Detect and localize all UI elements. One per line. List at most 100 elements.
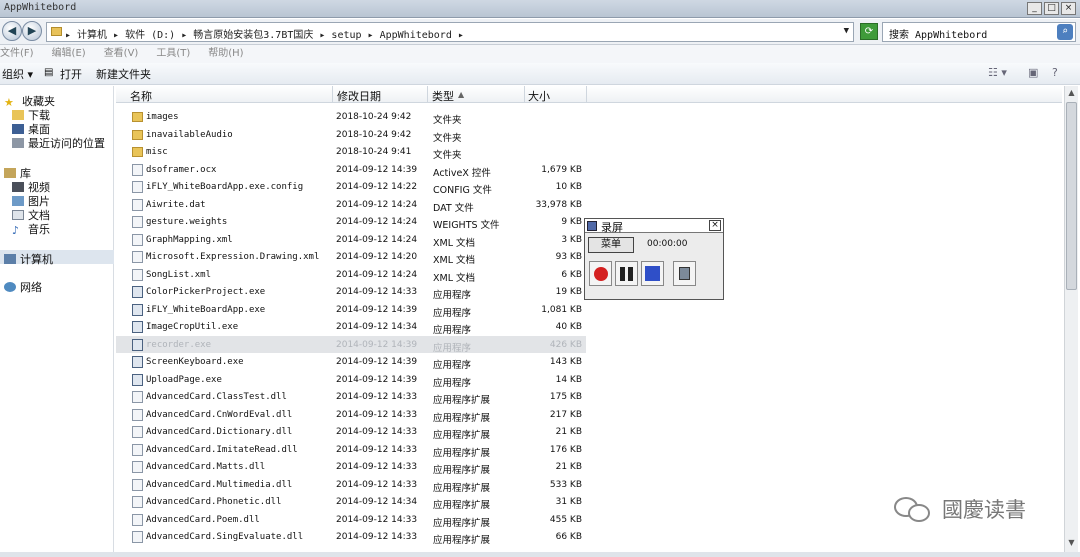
- file-date: 2014-09-12 14:33: [336, 409, 418, 420]
- pause-button[interactable]: [615, 261, 638, 286]
- file-type: 应用程序扩展: [433, 465, 491, 476]
- file-date: 2014-09-12 14:24: [336, 269, 418, 280]
- computer-icon: [4, 254, 16, 264]
- file-type: 应用程序扩展: [433, 500, 491, 511]
- new-folder-button[interactable]: 新建文件夹: [96, 66, 151, 82]
- recorder-menu-button[interactable]: 菜单: [588, 237, 634, 253]
- menu-view[interactable]: 查看(V): [104, 45, 139, 63]
- file-row[interactable]: AdvancedCard.ClassTest.dll 2014-09-12 14:…: [116, 388, 586, 406]
- organize-button[interactable]: 组织 ▾: [2, 66, 33, 82]
- file-row[interactable]: images 2018-10-24 9:42 文件夹: [116, 108, 586, 126]
- file-name: misc: [146, 147, 168, 157]
- nav-music[interactable]: ♪ 音乐: [12, 221, 50, 237]
- file-type: 文件夹: [433, 150, 462, 161]
- file-row[interactable]: AdvancedCard.Poem.dll 2014-09-12 14:33 应用程…: [116, 511, 586, 529]
- scroll-thumb[interactable]: [1066, 102, 1077, 290]
- close-button[interactable]: ×: [1061, 2, 1076, 15]
- watermark: 國慶读書: [894, 494, 1026, 524]
- file-date: 2014-09-12 14:39: [336, 304, 418, 315]
- view-options-icon[interactable]: ☷ ▾: [988, 66, 1007, 79]
- minimize-button[interactable]: _: [1027, 2, 1042, 15]
- menu-tools[interactable]: 工具(T): [156, 45, 190, 63]
- open-button[interactable]: 打开: [60, 66, 82, 82]
- file-row[interactable]: AdvancedCard.Multimedia.dll 2014-09-12 14…: [116, 476, 586, 494]
- address-bar[interactable]: ▸ 计算机 ▸ 软件 (D:) ▸ 畅言原始安装包3.7BT国庆 ▸ setup…: [46, 22, 854, 42]
- search-input[interactable]: 搜索 AppWhitebord ⌕: [882, 22, 1076, 42]
- record-button[interactable]: [589, 261, 612, 286]
- forward-arrow-icon[interactable]: ▶: [22, 21, 42, 41]
- file-row[interactable]: AdvancedCard.ImitateRead.dll 2014-09-12 1…: [116, 441, 586, 459]
- menu-file[interactable]: 文件(F): [0, 45, 34, 63]
- file-row[interactable]: iFLY_WhiteBoardApp.exe 2014-09-12 14:39 应用…: [116, 301, 586, 319]
- column-size[interactable]: 大小: [528, 88, 550, 104]
- file-icon: [132, 233, 143, 246]
- file-name: AdvancedCard.ImitateRead.dll: [146, 444, 298, 455]
- file-row[interactable]: AdvancedCard.Matts.dll 2014-09-12 14:33 应用…: [116, 458, 586, 476]
- file-icon: [132, 408, 143, 421]
- file-name: AdvancedCard.CnWordEval.dll: [146, 409, 293, 420]
- file-row[interactable]: dsoframer.ocx 2014-09-12 14:39 ActiveX 控件 1…: [116, 161, 586, 179]
- file-name: iFLY_WhiteBoardApp.exe: [146, 304, 266, 315]
- file-name: UploadPage.exe: [146, 374, 222, 385]
- help-icon[interactable]: ?: [1052, 66, 1058, 79]
- recorder-close-button[interactable]: ×: [709, 220, 721, 231]
- file-date: 2014-09-12 14:33: [336, 444, 418, 455]
- menu-edit[interactable]: 编辑(E): [52, 45, 86, 63]
- application-icon: [132, 356, 143, 368]
- file-name: AdvancedCard.Dictionary.dll: [146, 427, 293, 437]
- file-type: 应用程序: [433, 342, 472, 354]
- column-name[interactable]: 名称: [130, 88, 152, 104]
- file-row[interactable]: Microsoft.Expression.Drawing.xml 2014-09-…: [116, 248, 586, 266]
- file-row[interactable]: misc 2018-10-24 9:41 文件夹: [116, 143, 586, 161]
- vertical-scrollbar[interactable]: ▲ ▼: [1064, 86, 1078, 552]
- video-icon: [12, 182, 24, 192]
- file-row[interactable]: UploadPage.exe 2014-09-12 14:39 应用程序 14 KB: [116, 371, 586, 389]
- file-row[interactable]: SongList.xml 2014-09-12 14:24 XML 文档 6 KB: [116, 266, 586, 284]
- file-row[interactable]: AdvancedCard.Dictionary.dll 2014-09-12 14…: [116, 423, 586, 441]
- file-row[interactable]: AdvancedCard.CnWordEval.dll 2014-09-12 14…: [116, 406, 586, 424]
- file-row[interactable]: ImageCropUtil.exe 2014-09-12 14:34 应用程序 40 …: [116, 318, 586, 336]
- file-row[interactable]: GraphMapping.xml 2014-09-12 14:24 XML 文档 3 …: [116, 231, 586, 249]
- nav-recent[interactable]: 最近访问的位置: [12, 135, 105, 151]
- file-size: 426 KB: [549, 339, 582, 350]
- column-date[interactable]: 修改日期: [337, 88, 381, 104]
- file-row[interactable]: iFLY_WhiteBoardApp.exe.config 2014-09-12 …: [116, 178, 586, 196]
- file-size: 10 KB: [555, 182, 582, 192]
- file-row[interactable]: AdvancedCard.SingEvaluate.dll 2014-09-12 …: [116, 528, 586, 546]
- file-row[interactable]: ScreenKeyboard.exe 2014-09-12 14:39 应用程序 14…: [116, 353, 586, 371]
- search-icon[interactable]: ⌕: [1057, 24, 1073, 40]
- file-row[interactable]: ColorPickerProject.exe 2014-09-12 14:33 应用…: [116, 283, 586, 301]
- file-icon: [132, 478, 143, 491]
- file-row[interactable]: recorder.exe 2014-09-12 14:39 应用程序 426 KB: [116, 335, 586, 354]
- scroll-up-icon[interactable]: ▲: [1066, 88, 1077, 100]
- file-size: 455 KB: [549, 514, 582, 525]
- refresh-icon[interactable]: ⟳: [860, 23, 878, 40]
- stop-button[interactable]: [641, 261, 664, 286]
- file-type: 应用程序: [433, 307, 472, 319]
- recorder-titlebar[interactable]: 录屏 ×: [585, 219, 723, 234]
- file-row[interactable]: AdvancedCard.Phonetic.dll 2014-09-12 14:3…: [116, 493, 586, 511]
- scroll-down-icon[interactable]: ▼: [1066, 538, 1077, 550]
- file-type: 应用程序扩展: [433, 482, 491, 494]
- maximize-button[interactable]: □: [1044, 2, 1059, 15]
- file-size: 176 KB: [549, 444, 582, 455]
- menu-help[interactable]: 帮助(H): [208, 45, 243, 63]
- nav-computer[interactable]: 计算机: [4, 251, 53, 267]
- file-type: 应用程序扩展: [433, 430, 491, 441]
- file-name: ScreenKeyboard.exe: [146, 357, 244, 367]
- file-row[interactable]: Aiwrite.dat 2014-09-12 14:24 DAT 文件 33,978 …: [116, 196, 586, 214]
- file-list: 名称 修改日期 类型 ▲ 大小 images 2018-10-24 9:42 文件夹…: [116, 86, 1062, 552]
- preview-pane-icon[interactable]: ▣: [1028, 66, 1038, 79]
- column-type[interactable]: 类型: [432, 88, 454, 104]
- file-row[interactable]: inavailableAudio 2018-10-24 9:42 文件夹: [116, 126, 586, 144]
- save-recording-button[interactable]: [673, 261, 696, 286]
- chevron-down-icon[interactable]: ▼: [844, 26, 849, 36]
- window-titlebar: AppWhitebord _ □ ×: [0, 0, 1080, 18]
- library-icon: [4, 168, 16, 178]
- file-icon: [132, 198, 143, 211]
- file-row[interactable]: gesture.weights 2014-09-12 14:24 WEIGHTS 文…: [116, 213, 586, 231]
- nav-network[interactable]: 网络: [4, 279, 42, 295]
- file-type: CONFIG 文件: [433, 185, 492, 196]
- back-arrow-icon[interactable]: ◀: [2, 21, 22, 41]
- file-size: 21 KB: [555, 427, 582, 437]
